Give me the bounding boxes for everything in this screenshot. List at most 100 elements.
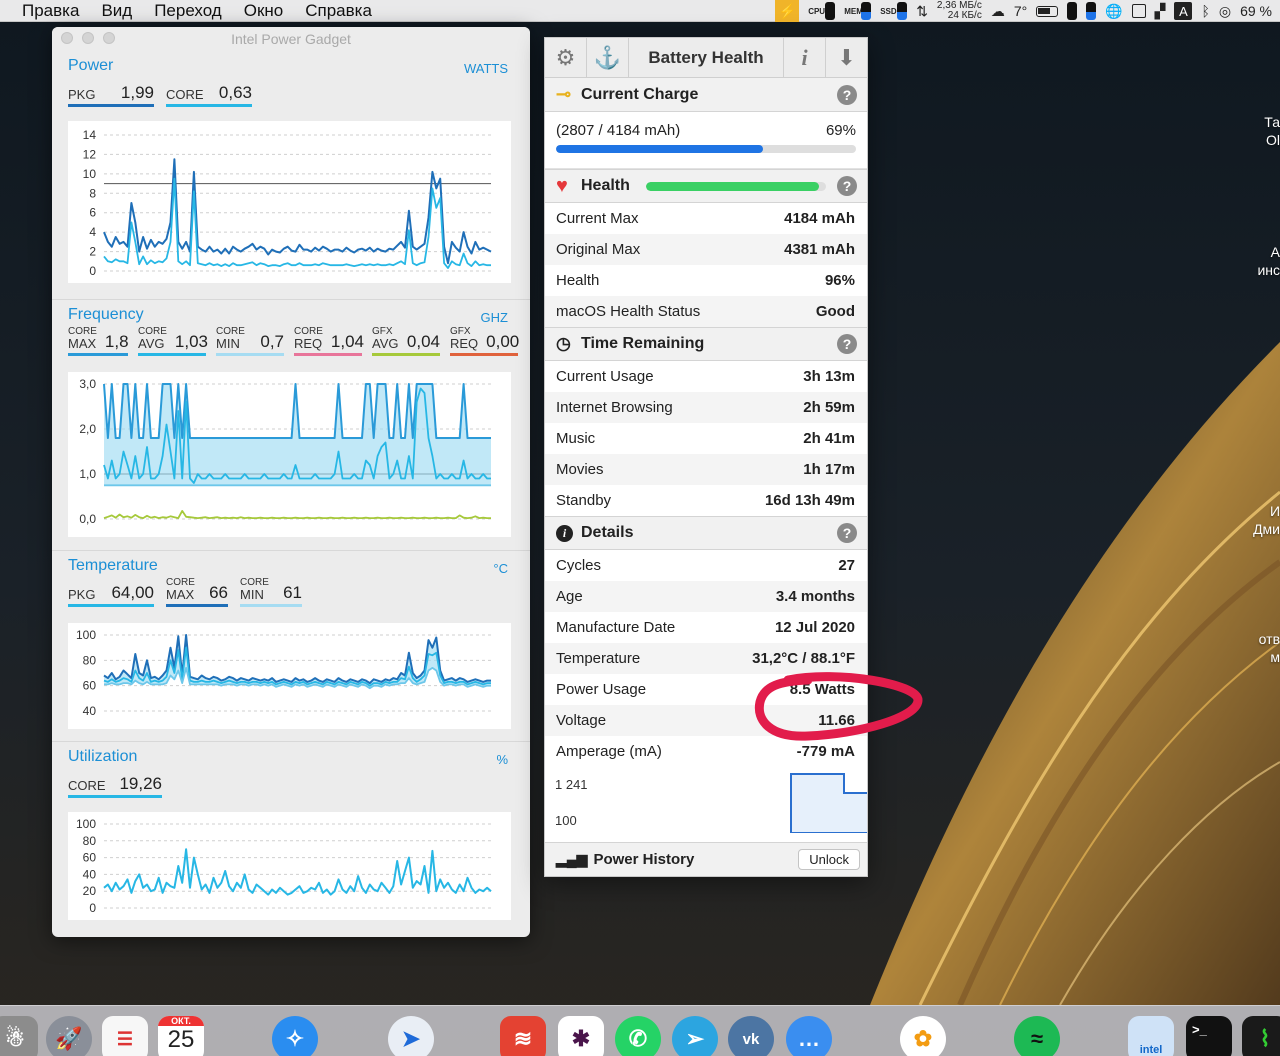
power-history-chart bbox=[790, 773, 867, 833]
desktop-text-2: Аинс bbox=[1257, 244, 1280, 278]
menu-view[interactable]: Вид bbox=[90, 1, 143, 21]
red-annotation-circle bbox=[754, 672, 923, 741]
window-title: Intel Power Gadget bbox=[231, 31, 351, 47]
battery-health-bolt-icon[interactable]: ⚡ bbox=[775, 0, 800, 22]
y-tick-label: 0 bbox=[89, 901, 96, 915]
mem-meter-icon[interactable] bbox=[861, 2, 872, 20]
power-chart: 14 12 10 8 6 4 2 0 bbox=[68, 121, 511, 283]
power-history-footer: ▂▄▆ Power History Unlock bbox=[545, 842, 867, 876]
menu-go[interactable]: Переход bbox=[143, 1, 233, 21]
dock-whatsapp-icon[interactable]: ✆ bbox=[615, 1016, 661, 1056]
time-remaining-help-button[interactable]: ? bbox=[837, 334, 857, 354]
utilization-unit[interactable]: % bbox=[496, 752, 508, 767]
cpu-meter-icon[interactable] bbox=[825, 2, 836, 20]
detail-label: Manufacture Date bbox=[556, 619, 676, 636]
dock-slack-icon[interactable]: ✱ bbox=[558, 1016, 604, 1056]
health-label: Current Max bbox=[556, 210, 639, 227]
y-tick-label: 60 bbox=[83, 679, 97, 693]
dock-telegram-icon[interactable]: ➢ bbox=[672, 1016, 718, 1056]
time-value: 1h 17m bbox=[803, 461, 855, 478]
dock-calendar-icon[interactable]: ОКТ. 25 bbox=[158, 1016, 204, 1056]
mem-label[interactable]: MEM bbox=[844, 7, 863, 15]
bluetooth-icon[interactable]: ᛒ bbox=[1201, 3, 1209, 19]
battery-title: Battery Health bbox=[648, 47, 764, 67]
menu-edit[interactable]: Правка bbox=[0, 1, 90, 21]
menu-window[interactable]: Окно bbox=[233, 1, 295, 21]
health-help-button[interactable]: ? bbox=[837, 176, 857, 196]
dock-spark-mail-icon[interactable]: ➤ bbox=[388, 1016, 434, 1056]
keyboard-layout[interactable]: A bbox=[1174, 2, 1193, 20]
time-value: 2h 41m bbox=[803, 430, 855, 447]
info-icon[interactable]: i bbox=[783, 38, 825, 77]
dock-reminders-icon[interactable]: ☰ bbox=[102, 1016, 148, 1056]
dock-photos-icon[interactable]: ✿ bbox=[900, 1016, 946, 1056]
detail-label: Power Usage bbox=[556, 681, 647, 698]
dock-launchpad-icon[interactable]: 🚀 bbox=[46, 1016, 92, 1056]
time-label: Current Usage bbox=[556, 368, 654, 385]
details-help-button[interactable]: ? bbox=[837, 523, 857, 543]
dock-activity-monitor-icon[interactable]: ⌇ bbox=[1242, 1016, 1280, 1056]
y-tick-label: 8 bbox=[89, 186, 96, 200]
series-line-pkg bbox=[103, 158, 492, 265]
dock-finder-icon[interactable]: ☃ bbox=[0, 1016, 38, 1056]
frequency-section: Frequency GHZ CORE MAX 1,8 CORE AVG 1,03 CORE M… bbox=[52, 299, 530, 550]
power-unit[interactable]: WATTS bbox=[464, 61, 508, 76]
dock-intel-power-gadget-icon[interactable]: intel bbox=[1128, 1016, 1174, 1056]
y-tick-label: 2,0 bbox=[79, 422, 96, 436]
download-arrow-icon[interactable]: ⬇ bbox=[825, 38, 867, 77]
y-tick-label: 10 bbox=[83, 167, 97, 181]
heart-icon: ♥ bbox=[556, 174, 568, 197]
info-circle-icon: i bbox=[556, 524, 578, 542]
frequency-readout: GFX AVG 0,04 bbox=[372, 327, 440, 356]
frequency-title: Frequency bbox=[68, 306, 144, 323]
anchor-icon[interactable]: ⚓ bbox=[587, 38, 629, 77]
window-titlebar[interactable]: Intel Power Gadget bbox=[52, 27, 530, 51]
y-tick-label: 1,0 bbox=[79, 467, 96, 481]
dock-vk-icon[interactable]: vk bbox=[728, 1016, 774, 1056]
dock-safari-compass-icon[interactable]: ✧ bbox=[272, 1016, 318, 1056]
time-rows: Current Usage 3h 13m Internet Browsing 2h 5… bbox=[545, 361, 867, 516]
frequency-readout: GFX REQ 0,00 bbox=[450, 327, 520, 356]
y-tick-label: 6 bbox=[89, 206, 96, 220]
device-battery-icon[interactable] bbox=[1086, 2, 1097, 20]
unlock-button[interactable]: Unlock bbox=[798, 849, 860, 870]
y-tick-label: 80 bbox=[83, 653, 97, 667]
power-chart-svg: 14 12 10 8 6 4 2 0 bbox=[83, 128, 492, 278]
bar-chart-icon: ▂▄▆ bbox=[556, 851, 588, 867]
menu-help[interactable]: Справка bbox=[294, 1, 383, 21]
ssd-meter-icon[interactable] bbox=[897, 2, 908, 20]
battery-icon[interactable] bbox=[1036, 5, 1059, 17]
detail-row: Temperature 31,2°C / 88.1°F bbox=[545, 643, 867, 674]
frequency-readout-value: 0,04 bbox=[406, 332, 440, 351]
time-row: Movies 1h 17m bbox=[545, 454, 867, 485]
cpu-label[interactable]: CPU bbox=[808, 7, 825, 15]
y-tick-label: 60 bbox=[83, 851, 97, 865]
globe-icon[interactable]: 🌐 bbox=[1105, 3, 1122, 20]
weather-temperature[interactable]: 7° bbox=[1014, 3, 1027, 19]
settings-gear-icon[interactable]: ⚙ bbox=[545, 38, 587, 77]
dock-todoist-icon[interactable]: ≋ bbox=[500, 1016, 546, 1056]
utilization-title: Utilization bbox=[68, 748, 138, 765]
dock-messages-icon[interactable]: … bbox=[786, 1016, 832, 1056]
window-layout-icon[interactable]: ▞ bbox=[1155, 3, 1166, 20]
command-key-icon[interactable] bbox=[1131, 4, 1146, 18]
temperature-unit[interactable]: °C bbox=[493, 561, 508, 576]
battery-percent[interactable]: 69 % bbox=[1240, 3, 1272, 19]
ssd-label[interactable]: SSD bbox=[880, 7, 896, 15]
dock-spotify-icon[interactable]: ≈ bbox=[1014, 1016, 1060, 1056]
phone-icon[interactable] bbox=[1067, 2, 1078, 20]
current-charge-help-button[interactable]: ? bbox=[837, 84, 857, 105]
network-speed[interactable]: 2,36 МБ/с 24 КБ/с bbox=[937, 1, 982, 21]
wifi-icon[interactable]: ◎ bbox=[1219, 3, 1231, 20]
details-header: i Details ? bbox=[545, 516, 867, 550]
network-arrows-icon: ⇅ bbox=[916, 2, 928, 19]
frequency-unit[interactable]: GHZ bbox=[481, 310, 508, 325]
health-label: macOS Health Status bbox=[556, 303, 701, 320]
y-tick-label: 3,0 bbox=[79, 377, 96, 391]
health-row: Original Max 4381 mAh bbox=[545, 234, 867, 265]
weather-cloud-icon[interactable]: ☁ bbox=[991, 3, 1005, 20]
power-title: Power bbox=[68, 57, 114, 74]
dock: ☃ 🚀 ☰ ОКТ. 25 ✧ ➤ ≋ ✱ ✆ ➢ vk … ✿ ≈ intel… bbox=[0, 1005, 1280, 1056]
frequency-readout-value: 0,00 bbox=[486, 332, 520, 351]
dock-terminal-icon[interactable]: >_ bbox=[1186, 1016, 1232, 1056]
